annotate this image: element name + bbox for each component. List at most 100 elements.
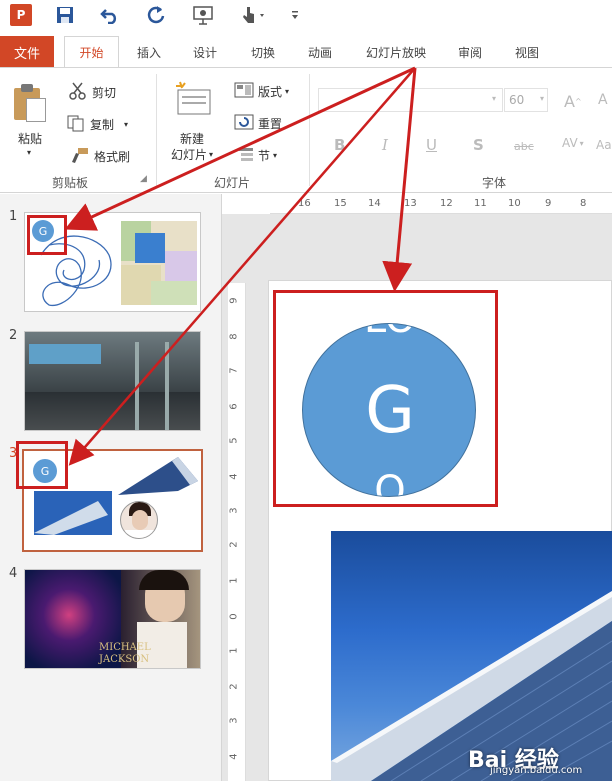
ruler-tick: 14 xyxy=(368,198,381,209)
thumb1-map xyxy=(121,221,197,305)
format-painter-icon xyxy=(70,146,90,167)
ruler-tick: 4 xyxy=(228,473,240,480)
character-spacing-button[interactable]: AV ▾ xyxy=(562,136,584,150)
highlight-box-thumb3 xyxy=(16,441,68,489)
ruler-tick: 2 xyxy=(228,541,240,548)
shadow-button[interactable]: S xyxy=(473,136,484,154)
ruler-tick: 13 xyxy=(404,198,417,209)
powerpoint-logo-icon[interactable]: P xyxy=(10,4,32,26)
thumb3-portrait xyxy=(120,501,158,539)
reset-button[interactable]: 重置 xyxy=(234,114,282,133)
highlight-box-canvas xyxy=(273,290,498,507)
clipboard-group-label: 剪贴板 xyxy=(52,176,89,190)
thumb2-banner xyxy=(29,344,101,364)
horizontal-ruler: 16 15 14 13 12 11 10 9 8 xyxy=(270,196,612,214)
new-slide-label-2-text: 幻灯片 xyxy=(171,148,208,162)
ruler-tick: 7 xyxy=(228,367,240,374)
slide-thumbnail-2[interactable] xyxy=(24,331,201,431)
quick-access-toolbar: P xyxy=(0,0,612,30)
copy-label: 复制 xyxy=(90,118,115,132)
layout-dropdown-icon: ▾ xyxy=(285,87,290,96)
font-size-value: 60 xyxy=(509,93,525,107)
ruler-tick: 6 xyxy=(228,403,240,410)
reset-label: 重置 xyxy=(258,117,283,131)
save-icon[interactable] xyxy=(56,4,74,26)
section-icon xyxy=(238,146,254,165)
new-slide-label-1: 新建 xyxy=(180,132,205,146)
new-slide-dropdown-icon[interactable]: ▾ xyxy=(209,150,213,159)
font-name-dropdown-icon[interactable]: ▾ xyxy=(492,94,496,103)
present-icon[interactable] xyxy=(192,4,214,26)
clipboard-launcher-icon[interactable]: ◢ xyxy=(140,174,147,184)
cut-button[interactable]: 剪切 xyxy=(68,82,116,103)
font-name-field[interactable] xyxy=(318,88,503,112)
redo-icon[interactable] xyxy=(146,4,166,26)
italic-button[interactable]: I xyxy=(382,136,388,154)
ruler-tick: 16 xyxy=(298,198,311,209)
ruler-tick: 5 xyxy=(228,437,240,444)
paste-dropdown-icon[interactable]: ▾ xyxy=(27,148,31,157)
ribbon-tabs: 文件 开始 插入 设计 切换 动画 幻灯片放映 审阅 视图 xyxy=(0,36,612,68)
change-case-icon[interactable]: Aa xyxy=(596,138,612,152)
tab-home[interactable]: 开始 xyxy=(64,36,119,68)
tab-review[interactable]: 审阅 xyxy=(448,36,492,68)
tab-view[interactable]: 视图 xyxy=(505,36,549,68)
shrink-font-icon[interactable]: A xyxy=(598,92,608,108)
paste-icon xyxy=(14,84,48,122)
section-button[interactable]: 节 ▾ xyxy=(238,146,277,165)
thumb4-title-1: MICHAEL xyxy=(99,642,151,653)
thumb3-building-icon xyxy=(118,457,198,495)
new-slide-label-2: 幻灯片 ▾ xyxy=(171,146,213,163)
layout-button[interactable]: 版式 ▾ xyxy=(234,82,289,101)
highlight-box-thumb1 xyxy=(27,215,67,255)
copy-icon xyxy=(66,114,86,135)
underline-button[interactable]: U xyxy=(426,136,437,154)
slide-number: 4 xyxy=(9,566,18,581)
customize-icon[interactable] xyxy=(290,4,300,26)
ruler-tick: 9 xyxy=(228,297,240,304)
section-dropdown-icon: ▾ xyxy=(273,151,278,160)
section-label: 节 xyxy=(258,149,271,163)
ruler-tick: 11 xyxy=(474,198,487,209)
vertical-ruler: 9 8 7 6 5 4 3 2 1 0 1 2 3 4 xyxy=(228,283,246,781)
logo-letter: P xyxy=(10,4,32,26)
thumb3-building-icon-2 xyxy=(34,491,112,535)
ruler-tick: 0 xyxy=(228,613,240,620)
tab-file[interactable]: 文件 xyxy=(0,36,54,68)
new-slide-icon xyxy=(174,80,214,123)
slide-number: 2 xyxy=(9,328,18,343)
font-size-field[interactable]: 60 ▾ xyxy=(504,88,548,112)
ruler-tick: 3 xyxy=(228,507,240,514)
ruler-tick: 3 xyxy=(228,717,240,724)
layout-label: 版式 xyxy=(258,85,283,99)
ruler-tick: 9 xyxy=(545,198,552,209)
copy-dropdown-icon[interactable]: ▾ xyxy=(124,120,128,129)
tab-animations[interactable]: 动画 xyxy=(298,36,342,68)
font-group-label: 字体 xyxy=(482,176,507,190)
layout-icon xyxy=(234,82,254,101)
slide-thumbnail-4[interactable]: MICHAEL JACKSON xyxy=(24,569,201,669)
format-painter-button[interactable]: 格式刷 xyxy=(70,146,130,167)
undo-icon[interactable] xyxy=(100,4,120,26)
paste-label: 粘贴 xyxy=(18,132,43,146)
ruler-tick: 4 xyxy=(228,753,240,760)
ruler-tick: 2 xyxy=(228,683,240,690)
character-spacing-label: AV xyxy=(562,136,578,150)
thumb4-title-2: JACKSON xyxy=(99,654,150,665)
ribbon: 粘贴 ▾ 剪切 复制 ▾ 格式刷 剪贴板 ◢ 新建 幻灯片 ▾ 版式 ▾ 重置 … xyxy=(0,67,612,193)
bold-button[interactable]: B xyxy=(334,136,345,154)
touch-mode-icon[interactable] xyxy=(240,4,268,26)
strikethrough-button[interactable]: abc xyxy=(514,140,534,153)
format-painter-label: 格式刷 xyxy=(94,150,131,164)
powerpoint-window: P 文件 开始 插入 设计 切换 动画 幻灯片放映 审阅 视图 粘贴 ▾ 剪切 … xyxy=(0,0,612,781)
tab-design[interactable]: 设计 xyxy=(183,36,227,68)
slide-number: 1 xyxy=(9,209,18,224)
ruler-tick: 15 xyxy=(334,198,347,209)
reset-icon xyxy=(234,114,254,133)
grow-font-icon[interactable]: A ^ xyxy=(564,92,582,111)
tab-transitions[interactable]: 切换 xyxy=(241,36,285,68)
cut-label: 剪切 xyxy=(92,86,117,100)
tab-insert[interactable]: 插入 xyxy=(127,36,171,68)
tab-slideshow[interactable]: 幻灯片放映 xyxy=(355,36,437,68)
copy-button[interactable]: 复制 ▾ xyxy=(66,114,128,135)
